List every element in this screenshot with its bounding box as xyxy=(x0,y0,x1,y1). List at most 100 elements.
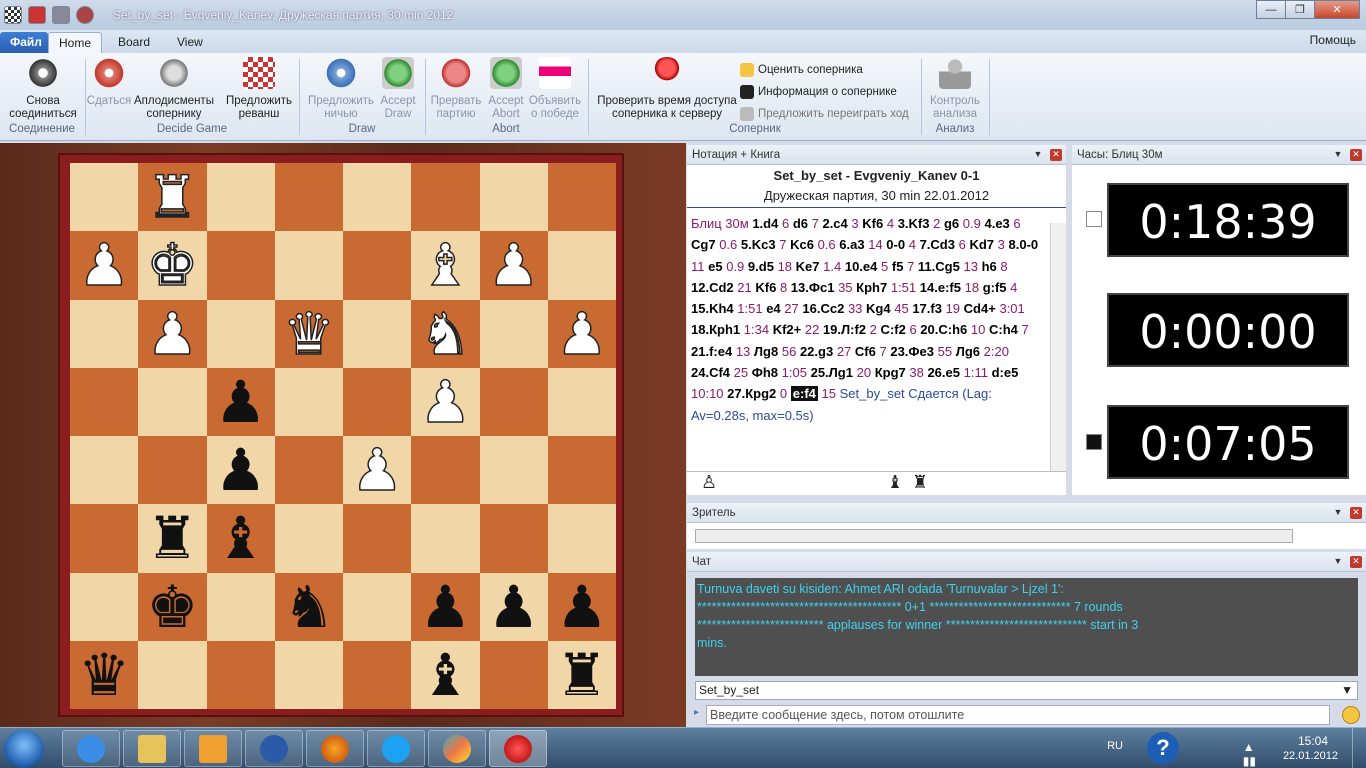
viewer-scrollbar[interactable] xyxy=(695,529,1293,543)
black-pawn-icon[interactable]: ♟ xyxy=(556,578,608,636)
show-desktop-button[interactable] xyxy=(1352,728,1366,768)
black-pawn-icon[interactable]: ♟ xyxy=(419,578,471,636)
board-square[interactable] xyxy=(343,163,412,232)
board-square[interactable] xyxy=(547,367,616,436)
board-square[interactable] xyxy=(343,504,412,573)
applause-button[interactable]: Аплодисменты сопернику xyxy=(132,57,216,121)
white-knight-icon[interactable]: ♞ xyxy=(419,304,473,364)
board-square[interactable] xyxy=(138,367,207,436)
board-square[interactable]: ♟ xyxy=(547,299,616,368)
board-square[interactable] xyxy=(70,436,139,505)
close-icon[interactable]: ✕ xyxy=(1050,149,1062,161)
chat-recipient-select[interactable]: Set_by_set ▼ xyxy=(695,681,1358,700)
abort-button[interactable]: Прервать партию xyxy=(428,57,484,121)
white-bishop-icon[interactable]: ♝ xyxy=(419,236,473,296)
board-square[interactable] xyxy=(547,163,616,232)
dropdown-icon[interactable]: ▼ xyxy=(1032,149,1044,161)
white-pawn-icon[interactable]: ♟ xyxy=(77,236,131,296)
board-square[interactable] xyxy=(70,367,139,436)
tab-home[interactable]: Home xyxy=(48,32,103,53)
board-square[interactable] xyxy=(547,231,616,300)
minimize-button[interactable]: — xyxy=(1256,0,1286,19)
dropdown-icon[interactable]: ▼ xyxy=(1332,556,1344,568)
board-square[interactable] xyxy=(479,640,548,709)
accept-draw-button[interactable]: Accept Draw xyxy=(376,57,420,121)
board-square[interactable]: ♟ xyxy=(411,367,480,436)
taskbar-ie[interactable] xyxy=(62,730,120,767)
board-square[interactable] xyxy=(411,163,480,232)
pin-icon[interactable] xyxy=(76,6,94,24)
tab-board[interactable]: Board xyxy=(108,32,160,53)
board-square[interactable] xyxy=(138,436,207,505)
white-rook-icon[interactable]: ♜ xyxy=(146,167,200,227)
close-icon[interactable]: ✕ xyxy=(1350,507,1362,519)
clock-time[interactable]: 15:04 xyxy=(1298,734,1328,748)
board-square[interactable]: ♟ xyxy=(138,299,207,368)
board-square[interactable]: ♞ xyxy=(411,299,480,368)
board-square[interactable]: ♟ xyxy=(479,231,548,300)
white-queen-icon[interactable]: ♛ xyxy=(282,304,336,364)
takeback-button[interactable]: Предложить переиграть ход xyxy=(740,107,909,121)
help-icon[interactable]: ? xyxy=(1147,732,1179,764)
board-square[interactable] xyxy=(206,572,275,641)
board-square[interactable]: ♜ xyxy=(138,504,207,573)
board-square[interactable] xyxy=(206,163,275,232)
taskbar-paint[interactable] xyxy=(428,730,486,767)
taskbar-explorer[interactable] xyxy=(123,730,181,767)
dropdown-icon[interactable]: ▼ xyxy=(1332,149,1344,161)
board-square[interactable]: ♛ xyxy=(70,640,139,709)
resign-button[interactable]: Сдаться xyxy=(86,57,132,108)
white-pawn-icon[interactable]: ♟ xyxy=(419,372,473,432)
rate-opponent-button[interactable]: Оценить соперника xyxy=(740,63,863,77)
board-square[interactable] xyxy=(547,504,616,573)
board-square[interactable] xyxy=(274,367,343,436)
board-square[interactable] xyxy=(70,504,139,573)
language-indicator[interactable]: RU xyxy=(1107,740,1123,752)
close-icon[interactable]: ✕ xyxy=(1350,556,1362,568)
accept-abort-button[interactable]: Accept Abort xyxy=(484,57,528,121)
board-square[interactable] xyxy=(479,436,548,505)
black-queen-icon[interactable]: ♛ xyxy=(78,646,130,704)
black-rook-icon[interactable]: ♜ xyxy=(556,646,608,704)
board-square[interactable] xyxy=(343,367,412,436)
board-square[interactable]: ♜ xyxy=(547,640,616,709)
close-button[interactable]: ✕ xyxy=(1314,0,1360,19)
board-square[interactable] xyxy=(206,231,275,300)
board-square[interactable] xyxy=(70,572,139,641)
white-pawn-icon[interactable]: ♟ xyxy=(487,236,541,296)
smiley-icon[interactable] xyxy=(1342,706,1360,724)
opponent-info-button[interactable]: Информация о сопернике xyxy=(740,85,897,99)
rematch-button[interactable]: Предложить реванш xyxy=(222,57,296,121)
close-icon[interactable]: ✕ xyxy=(1350,149,1362,161)
board-square[interactable] xyxy=(479,504,548,573)
board-square[interactable]: ♟ xyxy=(547,572,616,641)
maximize-button[interactable]: ❐ xyxy=(1285,0,1315,19)
board-square[interactable] xyxy=(411,436,480,505)
board-square[interactable] xyxy=(274,640,343,709)
board-square[interactable]: ♟ xyxy=(70,231,139,300)
board-square[interactable]: ♚ xyxy=(138,572,207,641)
black-knight-icon[interactable]: ♞ xyxy=(283,578,335,636)
board-square[interactable]: ♛ xyxy=(274,299,343,368)
help-menu[interactable]: Помощь xyxy=(1310,33,1356,47)
black-rook-icon[interactable]: ♜ xyxy=(146,509,198,567)
clock-date[interactable]: 22.01.2012 xyxy=(1283,750,1338,762)
black-pawn-icon[interactable]: ♟ xyxy=(215,441,267,499)
claim-win-button[interactable]: Объявить о победе xyxy=(526,57,584,121)
board-square[interactable] xyxy=(343,299,412,368)
board-square[interactable] xyxy=(274,163,343,232)
file-menu[interactable]: Файл xyxy=(0,32,48,53)
board-square[interactable] xyxy=(343,640,412,709)
board-square[interactable] xyxy=(206,640,275,709)
board-square[interactable]: ♝ xyxy=(411,640,480,709)
chat-input[interactable]: Введите сообщение здесь, потом отошлите xyxy=(706,705,1330,725)
white-pawn-icon[interactable]: ♟ xyxy=(350,440,404,500)
black-bishop-icon[interactable]: ♝ xyxy=(215,509,267,567)
board-square[interactable] xyxy=(343,572,412,641)
board-square[interactable] xyxy=(274,436,343,505)
board-square[interactable] xyxy=(274,504,343,573)
board-square[interactable] xyxy=(70,163,139,232)
board-square[interactable] xyxy=(411,504,480,573)
board-square[interactable] xyxy=(479,367,548,436)
board-square[interactable]: ♟ xyxy=(411,572,480,641)
